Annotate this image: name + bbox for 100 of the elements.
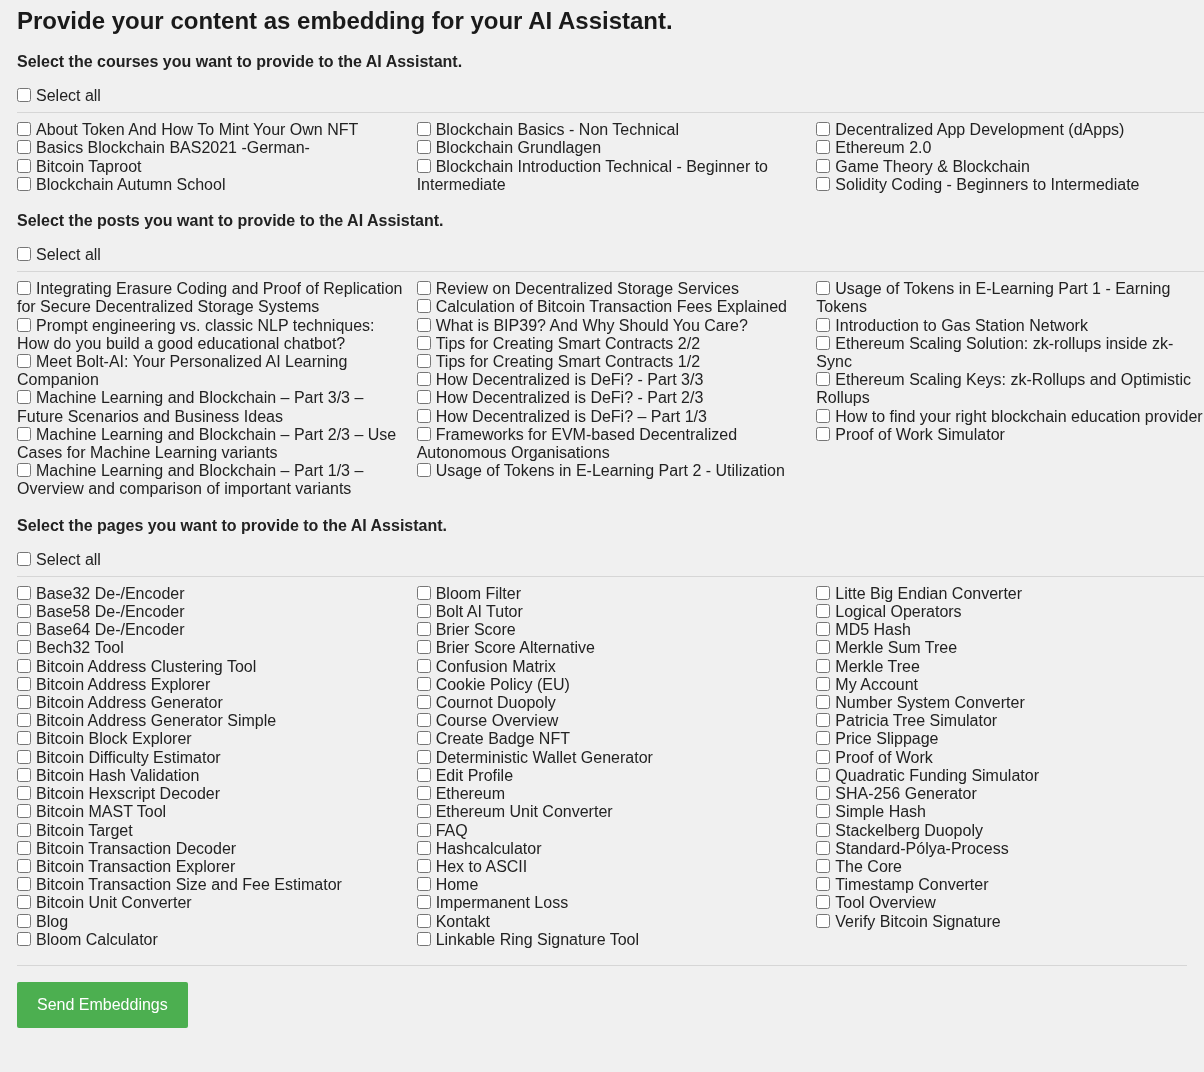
checkbox[interactable] [17, 858, 31, 873]
checkbox-item[interactable]: Blockchain Autumn School [17, 175, 405, 194]
checkbox-item[interactable]: Ethereum Scaling Keys: zk-Rollups and Optimistic Rollups [816, 371, 1204, 408]
checkbox[interactable] [816, 426, 831, 441]
checkbox[interactable] [416, 622, 431, 637]
checkbox-item[interactable]: Usage of Tokens in E-Learning Part 1 - Earning Tokens [816, 280, 1204, 317]
checkbox-item[interactable]: The Core [816, 857, 1204, 877]
checkbox-item[interactable]: Brier Score Alternative [416, 639, 805, 658]
checkbox[interactable] [416, 335, 431, 350]
checkbox-item[interactable]: How to find your right blockchain education provider [816, 407, 1204, 426]
checkbox[interactable] [17, 176, 31, 191]
checkbox[interactable] [17, 604, 31, 619]
checkbox[interactable] [17, 931, 31, 946]
checkbox[interactable] [17, 247, 31, 261]
checkbox[interactable] [17, 390, 31, 405]
checkbox-item[interactable]: Quadratic Funding Simulator [816, 766, 1204, 786]
checkbox[interactable] [816, 877, 831, 892]
checkbox-item[interactable]: Cournot Duopoly [416, 694, 805, 713]
checkbox[interactable] [416, 122, 431, 137]
checkbox[interactable] [816, 767, 831, 782]
checkbox-item[interactable]: Brier Score [416, 621, 805, 640]
checkbox-item[interactable]: Verify Bitcoin Signature [816, 912, 1204, 931]
checkbox[interactable] [416, 426, 431, 441]
checkbox-item[interactable]: Bitcoin Address Generator Simple [17, 712, 405, 731]
checkbox[interactable] [416, 931, 431, 946]
checkbox[interactable] [17, 140, 31, 155]
checkbox-item[interactable]: Base64 De-/Encoder [17, 621, 405, 640]
checkbox[interactable] [416, 140, 431, 155]
checkbox-item[interactable]: Frameworks for EVM-based Decentralized Autonomous Organisations [416, 425, 805, 463]
checkbox-item[interactable]: FAQ [416, 821, 805, 840]
checkbox-item[interactable]: Machine Learning and Blockchain – Part 3/3 – Future Scenarios and Business Ideas [17, 389, 405, 426]
checkbox[interactable] [17, 822, 31, 837]
checkbox-item[interactable]: Litte Big Endian Converter [816, 584, 1204, 604]
checkbox-item[interactable]: Bitcoin Address Generator [17, 694, 405, 713]
checkbox[interactable] [17, 640, 31, 655]
checkbox-item[interactable]: Bitcoin Difficulty Estimator [17, 748, 405, 767]
checkbox-item[interactable]: Ethereum [416, 785, 805, 804]
checkbox[interactable] [416, 658, 431, 673]
checkbox-item[interactable]: Hex to ASCII [416, 857, 805, 877]
checkbox[interactable] [17, 786, 31, 801]
checkbox-item[interactable]: MD5 Hash [816, 621, 1204, 640]
checkbox-item[interactable]: My Account [816, 675, 1204, 695]
checkbox[interactable] [416, 585, 431, 600]
checkbox[interactable] [416, 913, 431, 928]
checkbox[interactable] [416, 317, 431, 332]
checkbox-item[interactable]: Merkle Sum Tree [816, 639, 1204, 658]
checkbox-item[interactable]: Timestamp Converter [816, 876, 1204, 895]
checkbox-item[interactable]: Bitcoin Transaction Explorer [17, 857, 405, 877]
checkbox-item[interactable]: Solidity Coding - Beginners to Intermediate [816, 175, 1204, 194]
checkbox-item[interactable]: Merkle Tree [816, 657, 1204, 676]
checkbox[interactable] [816, 895, 831, 910]
checkbox[interactable] [816, 317, 831, 332]
checkbox[interactable] [816, 804, 831, 819]
checkbox[interactable] [17, 767, 31, 782]
checkbox-item[interactable]: Introduction to Gas Station Network [816, 316, 1204, 335]
checkbox-item[interactable]: Base58 De-/Encoder [17, 603, 405, 622]
checkbox-item[interactable]: Bitcoin Unit Converter [17, 894, 405, 913]
checkbox-item[interactable]: Game Theory & Blockchain [816, 157, 1204, 176]
checkbox-item[interactable]: How Decentralized is DeFi? - Part 3/3 [416, 371, 805, 390]
checkbox-item[interactable]: Deterministic Wallet Generator [416, 748, 805, 767]
checkbox-item[interactable]: Bitcoin Address Clustering Tool [17, 657, 405, 676]
checkbox[interactable] [816, 786, 831, 801]
checkbox-item[interactable]: Bitcoin Block Explorer [17, 730, 405, 749]
checkbox-item[interactable]: Bech32 Tool [17, 639, 405, 658]
checkbox[interactable] [816, 604, 831, 619]
checkbox[interactable] [17, 551, 31, 566]
checkbox[interactable] [416, 858, 431, 873]
checkbox[interactable] [17, 122, 31, 137]
checkbox[interactable] [416, 158, 431, 173]
checkbox-item[interactable]: Impermanent Loss [416, 894, 805, 913]
checkbox[interactable] [416, 731, 431, 746]
checkbox-item[interactable]: Machine Learning and Blockchain – Part 1/3 – Overview and comparison of important variants [17, 462, 405, 499]
checkbox[interactable] [816, 913, 831, 928]
checkbox[interactable] [17, 749, 31, 764]
checkbox-item[interactable]: Bitcoin Target [17, 821, 405, 840]
checkbox[interactable] [17, 88, 31, 102]
checkbox-item[interactable]: Stackelberg Duopoly [816, 821, 1204, 840]
checkbox-item[interactable]: How Decentralized is DeFi? - Part 2/3 [416, 389, 805, 408]
checkbox[interactable] [416, 372, 431, 387]
checkbox[interactable] [416, 604, 431, 619]
checkbox[interactable] [416, 463, 431, 478]
checkbox[interactable] [816, 658, 831, 673]
checkbox[interactable] [416, 877, 431, 892]
checkbox-item[interactable]: Ethereum Scaling Solution: zk-rollups inside zk-Sync [816, 334, 1204, 372]
checkbox[interactable] [416, 408, 431, 423]
checkbox-item[interactable]: What is BIP39? And Why Should You Care? [416, 316, 805, 335]
checkbox-item[interactable]: How Decentralized is DeFi? – Part 1/3 [416, 407, 805, 426]
checkbox[interactable] [17, 585, 31, 600]
checkbox-item[interactable]: Basics Blockchain BAS2021 -German- [17, 139, 405, 158]
checkbox-item[interactable]: Bitcoin Transaction Size and Fee Estimator [17, 876, 405, 895]
checkbox[interactable] [816, 140, 831, 155]
checkbox-item[interactable]: Prompt engineering vs. classic NLP techniques: How do you build a good educational chatbot? [17, 316, 405, 354]
checkbox[interactable] [17, 317, 31, 332]
checkbox[interactable] [416, 676, 431, 691]
checkbox-item[interactable]: Proof of Work Simulator [816, 425, 1204, 445]
checkbox-item[interactable]: Number System Converter [816, 694, 1204, 713]
checkbox-item[interactable]: Tips for Creating Smart Contracts 2/2 [416, 334, 805, 354]
checkbox-item[interactable]: Cookie Policy (EU) [416, 675, 805, 695]
checkbox[interactable] [416, 804, 431, 819]
checkbox-item[interactable]: Edit Profile [416, 766, 805, 786]
